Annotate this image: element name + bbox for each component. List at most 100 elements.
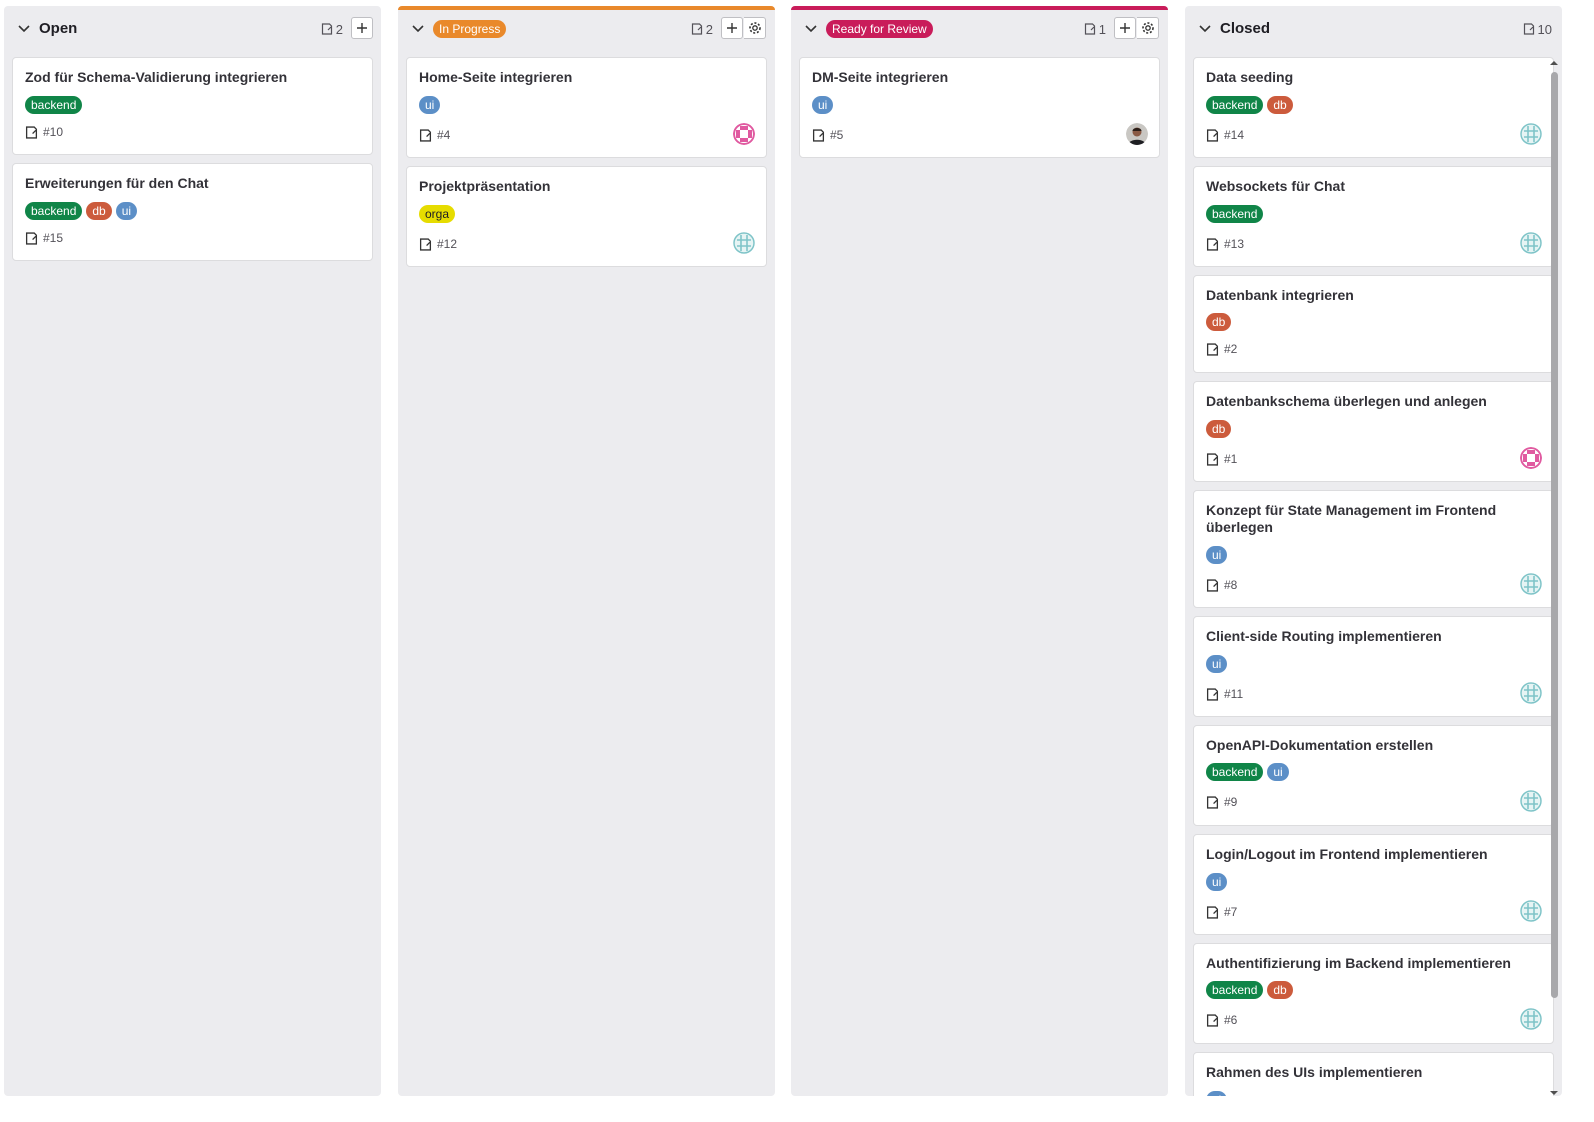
assignee-avatar[interactable] <box>733 123 755 145</box>
issue-icon <box>1206 687 1219 701</box>
assignee-avatar[interactable] <box>1520 573 1542 595</box>
assignee-avatar[interactable] <box>1520 682 1542 704</box>
issue-card[interactable]: Authentifizierung im Backend implementie… <box>1193 943 1554 1044</box>
column-settings-button[interactable] <box>744 17 766 39</box>
assignee-avatar[interactable] <box>733 232 755 254</box>
card-labels: ui <box>812 96 834 114</box>
label-ui[interactable]: ui <box>1206 1091 1228 1096</box>
chevron-down-icon[interactable] <box>804 22 818 36</box>
label-db[interactable]: db <box>1267 96 1293 114</box>
chevron-down-icon[interactable] <box>17 22 31 36</box>
issue-card[interactable]: Zod für Schema-Validierung integrieren b… <box>12 57 373 155</box>
issue-count: 10 <box>1523 20 1552 38</box>
issue-card[interactable]: Konzept für State Management im Frontend… <box>1193 490 1554 608</box>
issue-number: #9 <box>1224 795 1238 809</box>
card-labels: backend <box>25 96 83 114</box>
issue-card[interactable]: Rahmen des UIs implementieren ui <box>1193 1052 1554 1096</box>
issue-icon <box>25 231 38 245</box>
issue-board: Open 2 Zod für Schema-Validierung integr… <box>4 6 1594 1122</box>
assignee-avatar[interactable] <box>1520 123 1542 145</box>
card-labels: backend ui <box>1206 763 1289 781</box>
label-db[interactable]: db <box>1206 313 1232 331</box>
card-title[interactable]: Zod für Schema-Validierung integrieren <box>25 69 360 86</box>
column-scrollbar[interactable] <box>1548 58 1560 1096</box>
label-ui[interactable]: ui <box>115 202 138 220</box>
assignee-avatar[interactable] <box>1520 447 1542 469</box>
card-title[interactable]: Client-side Routing implementieren <box>1206 628 1541 645</box>
issue-card[interactable]: Datenbank integrieren db #2 <box>1193 275 1554 373</box>
card-labels: db <box>1206 420 1232 438</box>
label-db[interactable]: db <box>1267 981 1293 999</box>
issue-card[interactable]: Datenbankschema überlegen und anlegen db… <box>1193 381 1554 482</box>
add-issue-button[interactable] <box>1114 17 1136 39</box>
card-title[interactable]: Data seeding <box>1206 69 1541 86</box>
label-ui[interactable]: ui <box>1206 873 1228 891</box>
assignee-avatar[interactable] <box>1520 1008 1542 1030</box>
issue-card[interactable]: Projektpräsentation orga #12 <box>406 166 767 267</box>
chevron-down-icon[interactable] <box>1198 22 1212 36</box>
column-header: Closed 10 <box>1185 16 1562 42</box>
label-ui[interactable]: ui <box>1267 763 1289 781</box>
card-title[interactable]: Erweiterungen für den Chat <box>25 175 360 192</box>
label-backend[interactable]: backend <box>25 202 83 220</box>
column-title: Closed <box>1220 20 1271 37</box>
label-db[interactable]: db <box>86 202 112 220</box>
card-title[interactable]: Authentifizierung im Backend implementie… <box>1206 955 1541 972</box>
card-title[interactable]: Websockets für Chat <box>1206 178 1541 195</box>
issue-card[interactable]: Websockets für Chat backend #13 <box>1193 166 1554 267</box>
label-db[interactable]: db <box>1206 420 1232 438</box>
card-title[interactable]: Projektpräsentation <box>419 178 754 195</box>
assignee-avatar[interactable] <box>1520 232 1542 254</box>
issue-number: #15 <box>43 231 64 245</box>
card-title[interactable]: OpenAPI-Dokumentation erstellen <box>1206 737 1541 754</box>
card-meta: #14 <box>1206 128 1244 142</box>
label-backend[interactable]: backend <box>1206 981 1264 999</box>
card-labels: ui <box>419 96 441 114</box>
card-meta: #8 <box>1206 578 1237 592</box>
issue-card[interactable]: Data seeding backend db #14 <box>1193 57 1554 158</box>
card-labels: db <box>1206 313 1232 331</box>
issue-count: 1 <box>1084 20 1106 38</box>
scrollbar-thumb[interactable] <box>1551 72 1558 998</box>
issue-icon <box>419 237 432 251</box>
chevron-down-icon[interactable] <box>411 22 425 36</box>
label-ui[interactable]: ui <box>1206 546 1228 564</box>
card-title[interactable]: Datenbank integrieren <box>1206 287 1541 304</box>
scroll-down-icon[interactable] <box>1549 1088 1559 1096</box>
card-meta: #2 <box>1206 342 1237 356</box>
card-title[interactable]: Rahmen des UIs implementieren <box>1206 1064 1541 1081</box>
card-title[interactable]: DM-Seite integrieren <box>812 69 1147 86</box>
label-ui[interactable]: ui <box>812 96 834 114</box>
issue-card[interactable]: Client-side Routing implementieren ui #1… <box>1193 616 1554 717</box>
scroll-up-icon[interactable] <box>1549 58 1559 68</box>
issue-number: #12 <box>437 237 458 251</box>
card-title[interactable]: Login/Logout im Frontend implementieren <box>1206 846 1541 863</box>
add-issue-button[interactable] <box>721 17 743 39</box>
label-ui[interactable]: ui <box>1206 655 1228 673</box>
card-title[interactable]: Datenbankschema überlegen und anlegen <box>1206 393 1541 410</box>
assignee-avatar[interactable] <box>1126 123 1148 145</box>
card-title[interactable]: Konzept für State Management im Frontend… <box>1206 502 1541 536</box>
column-settings-button[interactable] <box>1137 17 1159 39</box>
card-title[interactable]: Home-Seite integrieren <box>419 69 754 86</box>
issue-card[interactable]: DM-Seite integrieren ui #5 <box>799 57 1160 158</box>
issue-card[interactable]: OpenAPI-Dokumentation erstellen backend … <box>1193 725 1554 826</box>
card-meta: #7 <box>1206 905 1237 919</box>
label-ui[interactable]: ui <box>419 96 441 114</box>
column-header: Open 2 <box>4 16 381 42</box>
add-issue-button[interactable] <box>351 17 373 39</box>
label-backend[interactable]: backend <box>1206 763 1264 781</box>
issue-card[interactable]: Erweiterungen für den Chat backend db ui… <box>12 163 373 261</box>
label-backend[interactable]: backend <box>1206 96 1264 114</box>
label-backend[interactable]: backend <box>25 96 83 114</box>
label-orga[interactable]: orga <box>419 205 456 223</box>
issue-icon <box>1206 237 1219 251</box>
assignee-avatar[interactable] <box>1520 900 1542 922</box>
issue-number: #8 <box>1224 578 1238 592</box>
issue-card[interactable]: Home-Seite integrieren ui #4 <box>406 57 767 158</box>
column-title-badge: In Progress <box>433 20 507 38</box>
card-meta: #11 <box>1206 687 1243 701</box>
issue-card[interactable]: Login/Logout im Frontend implementieren … <box>1193 834 1554 935</box>
label-backend[interactable]: backend <box>1206 205 1264 223</box>
assignee-avatar[interactable] <box>1520 790 1542 812</box>
